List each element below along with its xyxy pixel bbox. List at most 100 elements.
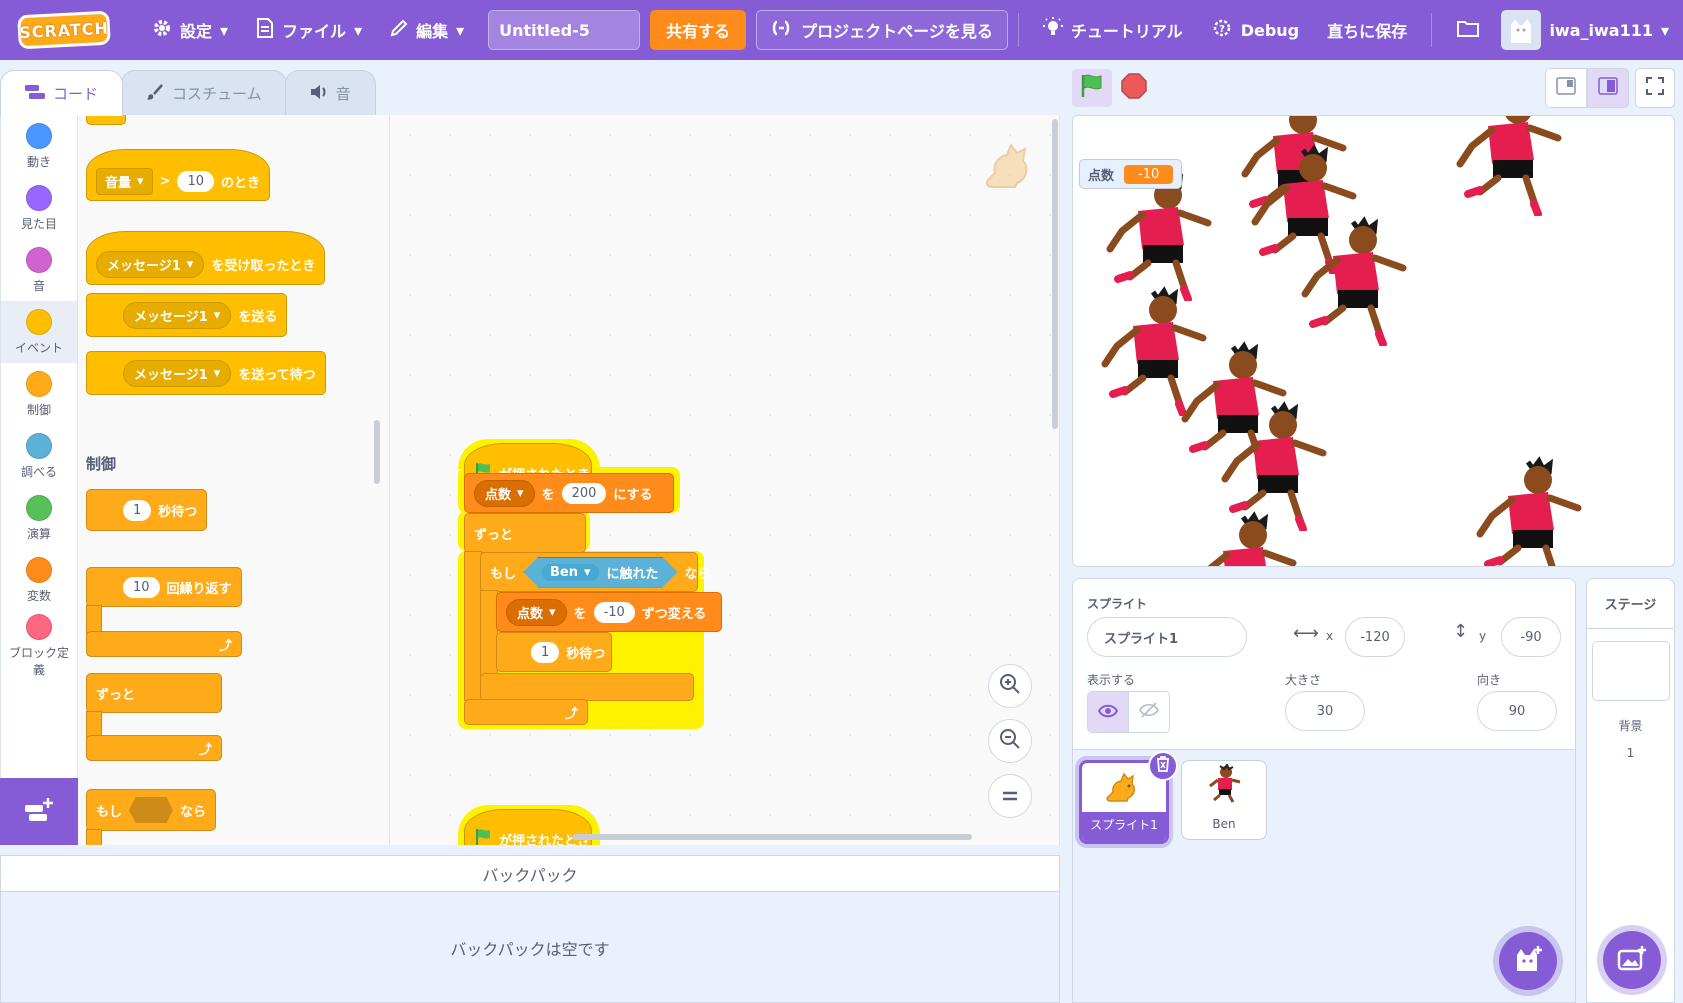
share-button[interactable]: 共有する (650, 10, 747, 50)
when-loudness-block[interactable]: 音量 ▾ > 10 のとき (86, 149, 271, 201)
variable-dropdown[interactable]: 点数 ▾ (474, 479, 535, 507)
tab-code[interactable]: コード (0, 70, 124, 116)
ben-sprite-clone[interactable] (1173, 511, 1303, 566)
project-title-input[interactable] (488, 10, 641, 50)
save-now-button[interactable]: 直ちに保存 (1313, 0, 1421, 60)
size-field[interactable]: 30 (1285, 691, 1365, 731)
zoom-reset-button[interactable] (988, 774, 1032, 818)
tab-costumes[interactable]: コスチューム (121, 70, 287, 116)
show-sprite-button[interactable] (1087, 691, 1129, 733)
category-label: 音 (32, 278, 45, 293)
message-dropdown[interactable]: メッセージ1 ▾ (123, 301, 232, 329)
category-color-dot (26, 184, 52, 211)
wait-value-input[interactable]: 1 (531, 641, 560, 663)
if-block[interactable]: もし なら (86, 789, 217, 831)
touching-target-dropdown[interactable]: Ben ▾ (542, 563, 599, 581)
loudness-dropdown[interactable]: 音量 ▾ (96, 167, 153, 195)
category-label: 変数 (26, 588, 51, 603)
repeat-value-input[interactable]: 10 (123, 576, 160, 598)
menu-divider (1431, 13, 1433, 47)
tutorials-button[interactable]: チュートリアル (1029, 0, 1197, 60)
forever-block[interactable]: ずっと (464, 513, 586, 553)
stage-target-pane[interactable]: ステージ 背景 1 (1586, 578, 1675, 1003)
workspace-vertical-scrollbar[interactable] (1052, 119, 1058, 429)
category-events[interactable]: イベント (1, 301, 77, 363)
category-control[interactable]: 制御 (1, 363, 77, 425)
file-menu[interactable]: ファイル ▾ (242, 0, 376, 60)
settings-menu[interactable]: 設定 ▾ (138, 0, 242, 60)
fullscreen-button[interactable] (1635, 68, 1675, 108)
add-extension-button[interactable] (0, 778, 78, 845)
direction-field[interactable]: 90 (1477, 691, 1557, 731)
account-menu[interactable]: iwa_iwa111 ▾ (1501, 10, 1683, 50)
scratch-logo[interactable]: SCRATCH (17, 10, 111, 50)
category-looks[interactable]: 見た目 (1, 177, 77, 239)
my-stuff-button[interactable] (1442, 0, 1494, 60)
stop-button[interactable] (1118, 72, 1150, 104)
green-flag-icon (1079, 73, 1105, 103)
set-variable-block[interactable]: 点数 ▾ を 200 にする (464, 473, 674, 513)
forever-block[interactable]: ずっと (86, 673, 222, 713)
category-sound[interactable]: 音 (1, 239, 77, 301)
category-my-blocks[interactable]: ブロック定義 (1, 611, 77, 681)
variable-monitor[interactable]: 点数 -10 (1079, 159, 1183, 189)
ben-sprite-clone[interactable] (1438, 116, 1568, 220)
stage-thumbnail[interactable] (1591, 641, 1670, 701)
touching-condition-block[interactable]: Ben ▾ に触れた (523, 556, 678, 588)
repeat-block[interactable]: 10 回繰り返す (86, 567, 242, 607)
broadcast-and-wait-block[interactable]: メッセージ1 ▾ を送って待つ (86, 351, 326, 395)
category-variables[interactable]: 変数 (1, 549, 77, 611)
change-variable-block[interactable]: 点数 ▾ を -10 ずつ変える (496, 592, 722, 632)
broadcast-block[interactable]: メッセージ1 ▾ を送る (86, 293, 288, 337)
script-area[interactable]: が押されたとき 点数▾ を 200 にする ずっと もし Ben▾ に触れた な… (390, 115, 1060, 845)
eye-slash-icon (1139, 702, 1159, 722)
code-icon (25, 84, 45, 103)
sprite-tile-label: Ben (1212, 817, 1236, 831)
zoom-in-button[interactable] (988, 664, 1032, 708)
x-position-field[interactable]: -120 (1345, 617, 1405, 657)
save-now-label: 直ちに保存 (1327, 22, 1408, 41)
palette-block-partial[interactable] (86, 115, 126, 125)
message-dropdown[interactable]: メッセージ1 ▾ (123, 359, 232, 387)
stage-canvas[interactable]: 点数 -10 (1072, 115, 1675, 567)
loudness-value-input[interactable]: 10 (177, 170, 214, 192)
change-value-input[interactable]: -10 (593, 601, 635, 623)
add-sprite-button[interactable] (1499, 932, 1557, 990)
sprite-tile-ben[interactable]: Ben (1181, 760, 1267, 840)
wait-block[interactable]: 1 秒待つ (496, 632, 612, 672)
tab-sounds[interactable]: 音 (284, 70, 376, 116)
workspace-horizontal-scrollbar[interactable] (572, 834, 972, 840)
wait-block[interactable]: 1 秒待つ (86, 489, 208, 531)
message-dropdown[interactable]: メッセージ1 ▾ (96, 250, 205, 278)
category-motion[interactable]: 動き (1, 115, 77, 177)
backpack-header[interactable]: バックパック (1, 856, 1059, 892)
wait-value-input[interactable]: 1 (123, 499, 152, 521)
set-value-input[interactable]: 200 (561, 482, 607, 504)
debug-button[interactable]: ? Debug (1197, 0, 1313, 60)
category-operators[interactable]: 演算 (1, 487, 77, 549)
ben-sprite-clone[interactable] (1088, 171, 1218, 305)
green-flag-button[interactable] (1072, 69, 1112, 107)
edit-menu[interactable]: 編集 ▾ (376, 0, 478, 60)
if-block[interactable]: もし Ben ▾ に触れた なら (480, 552, 711, 592)
category-sensing[interactable]: 調べる (1, 425, 77, 487)
ben-sprite-clone[interactable] (1458, 456, 1588, 566)
condition-slot[interactable] (129, 797, 174, 823)
zoom-out-button[interactable] (988, 719, 1032, 763)
large-stage-button[interactable] (1587, 68, 1629, 108)
hide-sprite-button[interactable] (1128, 691, 1170, 733)
ben-sprite-clone[interactable] (1283, 216, 1413, 350)
add-backdrop-button[interactable] (1603, 931, 1661, 989)
sprite-name-field[interactable]: スプライト1 (1087, 617, 1247, 657)
horizontal-arrows-icon: ⟷ (1293, 623, 1319, 644)
when-receive-block[interactable]: メッセージ1 ▾ を受け取ったとき (86, 231, 326, 285)
variable-dropdown[interactable]: 点数 ▾ (506, 598, 567, 626)
small-stage-button[interactable] (1545, 68, 1587, 108)
see-project-page-button[interactable]: プロジェクトページを見る (756, 10, 1008, 50)
palette-scrollbar[interactable] (374, 420, 380, 484)
folder-icon (1456, 18, 1480, 42)
delete-sprite-button[interactable] (1148, 751, 1178, 781)
y-position-field[interactable]: -90 (1501, 617, 1561, 657)
category-color-dot (26, 494, 52, 521)
category-color-dot (26, 614, 52, 640)
